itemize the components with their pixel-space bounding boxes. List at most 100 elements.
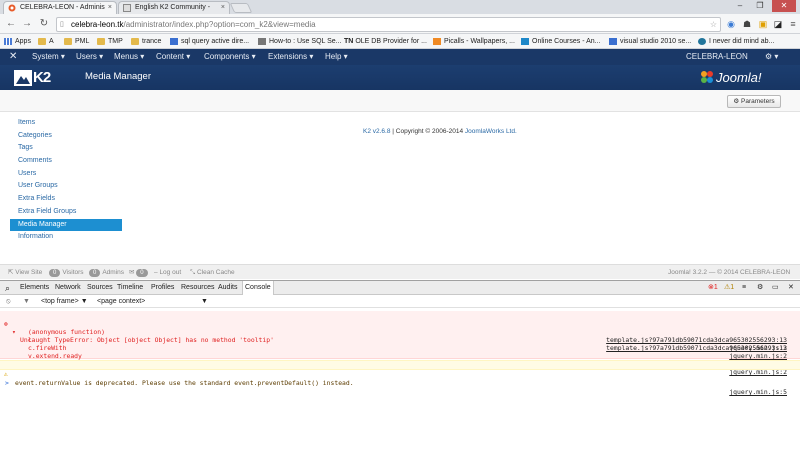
console-warning-line: ⚠ event.returnValue is deprecated. Pleas… bbox=[0, 360, 800, 396]
new-tab-button[interactable] bbox=[229, 3, 253, 13]
version-link[interactable]: K2 v2.6.8 bbox=[363, 128, 390, 135]
console-toolbar: ⦸ ▼ <top frame> ▼ <page context> ▼ bbox=[0, 296, 800, 308]
extension-icon[interactable]: ◪ bbox=[771, 17, 785, 31]
close-tab-icon[interactable]: × bbox=[108, 2, 112, 13]
bookmark-link[interactable]: Online Courses - An... bbox=[521, 36, 600, 47]
tab-profiles[interactable]: Profiles bbox=[151, 281, 174, 295]
site-name-link[interactable]: CELEBRA-LEON bbox=[686, 49, 748, 65]
bookmark-label: OLE DB Provider for ... bbox=[355, 38, 427, 45]
sidebar-item-comments[interactable]: Comments bbox=[10, 155, 122, 168]
sidebar-item-tags[interactable]: Tags bbox=[10, 142, 122, 155]
parameters-label: Parameters bbox=[741, 98, 775, 105]
address-toolbar: ← → ↻ ▯ celebra-leon.tk/administrator/in… bbox=[0, 14, 800, 34]
back-icon[interactable]: ← bbox=[4, 17, 18, 31]
tab-audits[interactable]: Audits bbox=[218, 281, 237, 295]
console-drawer-icon[interactable]: ≡ bbox=[742, 281, 746, 295]
bookmark-apps[interactable]: Apps bbox=[4, 36, 31, 47]
browser-tab-strip: CELEBRA-LEON - Adminis × English K2 Comm… bbox=[0, 0, 800, 14]
menu-components[interactable]: Components ▾ bbox=[204, 49, 256, 65]
extension-icon[interactable]: ☗ bbox=[740, 17, 754, 31]
bookmark-label: How-to : Use SQL Se... bbox=[269, 38, 342, 45]
sidebar-item-extra-fields[interactable]: Extra Fields bbox=[10, 193, 122, 206]
maximize-icon[interactable]: ❐ bbox=[751, 0, 769, 12]
sidebar-item-items[interactable]: Items bbox=[10, 117, 122, 130]
bookmark-link[interactable]: visual studio 2010 se... bbox=[609, 36, 691, 47]
sidebar-item-user-groups[interactable]: User Groups bbox=[10, 180, 122, 193]
close-devtools-icon[interactable]: ✕ bbox=[788, 281, 794, 295]
extension-icon[interactable]: ▣ bbox=[756, 17, 770, 31]
stack-frame-line: v.extend.ready jquery.min.js:2 bbox=[0, 344, 800, 368]
menu-help[interactable]: Help ▾ bbox=[325, 49, 348, 65]
sidebar-item-categories[interactable]: Categories bbox=[10, 130, 122, 143]
joomla-logo-text: Joomla! bbox=[716, 70, 762, 85]
menu-menus[interactable]: Menus ▾ bbox=[114, 49, 144, 65]
source-link[interactable]: jquery.min.js:5 bbox=[729, 388, 787, 397]
broom-icon: ⤡ bbox=[190, 269, 196, 276]
k2-logo: K2 bbox=[14, 69, 58, 86]
bookmark-folder[interactable]: TMP bbox=[97, 36, 123, 47]
visitors-count-badge: 0 bbox=[49, 269, 61, 277]
clear-console-icon[interactable]: ⦸ bbox=[6, 296, 11, 308]
close-window-icon[interactable]: ✕ bbox=[772, 0, 796, 12]
context-selector[interactable]: <page context> ▼ bbox=[97, 296, 208, 308]
minus-icon: – bbox=[154, 269, 158, 276]
bookmark-link[interactable]: How-to : Use SQL Se... bbox=[258, 36, 342, 47]
status-bar: ⇱ View Site 0 Visitors 0 Admins ✉ 0 – Log … bbox=[0, 264, 800, 279]
filter-icon[interactable]: ▼ bbox=[23, 296, 30, 308]
dock-icon[interactable]: ▭ bbox=[772, 281, 779, 295]
tab-timeline[interactable]: Timeline bbox=[117, 281, 143, 295]
tab-console[interactable]: Console bbox=[242, 281, 274, 295]
console-prompt[interactable]: > bbox=[0, 371, 800, 387]
menu-system[interactable]: System ▾ bbox=[32, 49, 65, 65]
error-count[interactable]: ⊗1 bbox=[708, 281, 718, 295]
bookmark-label: Picalls - Wallpapers, ... bbox=[444, 38, 515, 45]
messages-status[interactable]: ✉ 0 bbox=[129, 267, 150, 278]
bookmark-link[interactable]: sql query active dire... bbox=[170, 36, 249, 47]
frame-selector[interactable]: <top frame> ▼ bbox=[41, 296, 88, 308]
logout-link[interactable]: – Log out bbox=[154, 267, 181, 278]
gear-icon: ⚙ bbox=[733, 98, 740, 105]
admins-status[interactable]: 0 Admins bbox=[89, 267, 124, 278]
settings-icon[interactable]: ⚙ bbox=[757, 281, 763, 295]
tab-celebra-leon[interactable]: CELEBRA-LEON - Adminis × bbox=[3, 1, 117, 14]
sidebar-item-media-manager[interactable]: Media Manager bbox=[10, 218, 122, 232]
extension-icon[interactable]: ◉ bbox=[724, 17, 738, 31]
devtools-tab-bar: ⌕ Elements Network Sources Timeline Prof… bbox=[0, 281, 800, 295]
joomla-icon[interactable]: ✕ bbox=[9, 49, 17, 65]
page-title: Media Manager bbox=[85, 71, 152, 82]
menu-icon[interactable]: ≡ bbox=[786, 17, 800, 31]
bookmark-star-icon[interactable]: ☆ bbox=[710, 18, 717, 31]
sidebar-item-users[interactable]: Users bbox=[10, 168, 122, 181]
bookmark-folder[interactable]: A bbox=[38, 36, 54, 47]
external-link-icon: ⇱ bbox=[8, 269, 14, 276]
sidebar-item-information[interactable]: Information bbox=[10, 231, 122, 244]
forward-icon[interactable]: → bbox=[20, 17, 34, 31]
view-site-link[interactable]: ⇱ View Site bbox=[8, 267, 42, 278]
menu-extensions[interactable]: Extensions ▾ bbox=[268, 49, 313, 65]
bookmark-link[interactable]: TN OLE DB Provider for ... bbox=[344, 36, 427, 47]
tab-sources[interactable]: Sources bbox=[87, 281, 113, 295]
warning-count[interactable]: ⚠1 bbox=[724, 281, 734, 295]
menu-content[interactable]: Content ▾ bbox=[156, 49, 190, 65]
search-icon[interactable]: ⌕ bbox=[5, 281, 10, 295]
bookmark-link[interactable]: Picalls - Wallpapers, ... bbox=[433, 36, 515, 47]
bookmark-folder[interactable]: trance bbox=[131, 36, 161, 47]
gear-icon[interactable]: ⚙ ▾ bbox=[765, 49, 778, 65]
reload-icon[interactable]: ↻ bbox=[37, 17, 51, 31]
minimize-icon[interactable]: – bbox=[731, 0, 749, 12]
tab-network[interactable]: Network bbox=[55, 281, 81, 295]
clean-cache-link[interactable]: ⤡ Clean Cache bbox=[190, 267, 235, 278]
visitors-status[interactable]: 0 Visitors bbox=[49, 267, 84, 278]
menu-users[interactable]: Users ▾ bbox=[76, 49, 103, 65]
company-link[interactable]: JoomlaWorks Ltd. bbox=[465, 128, 517, 135]
tab-elements[interactable]: Elements bbox=[20, 281, 49, 295]
close-tab-icon[interactable]: × bbox=[221, 2, 225, 13]
tab-resources[interactable]: Resources bbox=[181, 281, 214, 295]
tab-k2-community[interactable]: English K2 Community - × bbox=[118, 1, 230, 14]
sidebar-item-extra-field-groups[interactable]: Extra Field Groups bbox=[10, 206, 122, 219]
url-input[interactable]: ▯ celebra-leon.tk/administrator/index.ph… bbox=[56, 17, 721, 32]
bookmark-link[interactable]: I never did mind ab... bbox=[698, 36, 774, 47]
bookmark-folder[interactable]: PML bbox=[64, 36, 89, 47]
url-domain: celebra-leon.tk bbox=[71, 20, 124, 29]
parameters-button[interactable]: ⚙ Parameters bbox=[727, 95, 781, 108]
